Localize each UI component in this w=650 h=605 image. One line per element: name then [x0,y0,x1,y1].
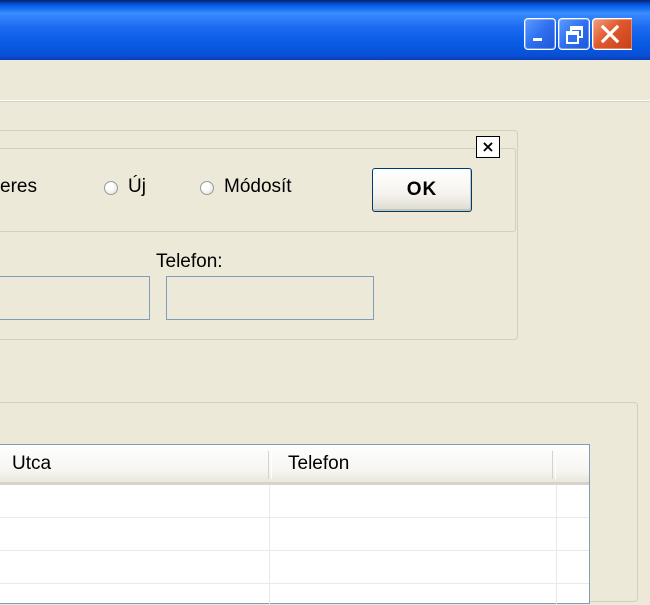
column-gridline [269,485,270,605]
radio-uj-label[interactable]: Új [128,176,146,198]
column-header-telefon[interactable]: Telefon [288,445,349,482]
table-row[interactable] [0,551,589,584]
column-header-utca[interactable]: Utca [12,445,51,482]
close-icon [600,24,620,44]
column-gridline [556,485,557,605]
panel-close-button[interactable]: × [476,136,500,158]
column-separator[interactable] [552,451,556,479]
table-row[interactable] [0,518,589,551]
restore-button[interactable] [558,18,590,50]
radio-uj[interactable] [104,181,118,195]
restore-icon [566,26,583,44]
close-x-icon: × [481,137,495,156]
data-grid[interactable]: Utca Telefon [0,444,590,605]
close-window-button[interactable] [592,18,632,50]
telefon-label: Telefon: [156,251,223,272]
telefon-field[interactable] [166,276,374,320]
ok-button[interactable]: OK [372,168,472,212]
radio-modosit[interactable] [200,181,214,195]
mode-option-partial-label: eres [0,176,37,197]
left-text-field[interactable] [0,276,150,320]
menu-strip [0,60,650,101]
minimize-icon [533,38,542,41]
minimize-button[interactable] [524,18,556,50]
grid-header: Utca Telefon [0,445,589,485]
table-row[interactable] [0,485,589,518]
column-separator[interactable] [268,451,272,479]
radio-modosit-label[interactable]: Módosít [224,176,292,198]
title-bar[interactable] [0,0,650,60]
